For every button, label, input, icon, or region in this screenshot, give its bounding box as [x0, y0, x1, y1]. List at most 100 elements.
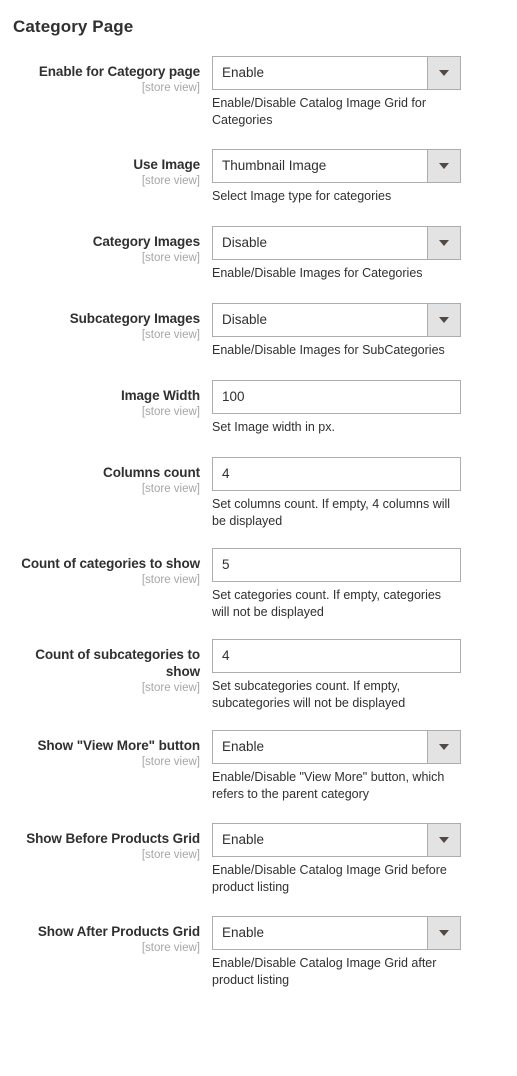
field-row-image-width: Image Width [store view] 100 Set Image widt… — [0, 380, 517, 436]
scope-label: [store view] — [141, 942, 200, 954]
label-text: Count of categories to show — [21, 556, 200, 571]
scope-label: [store view] — [141, 406, 200, 418]
field-comment-use-image: Select Image type for categories — [212, 189, 392, 203]
field-control-show-view-more-button: Enable Enable/Disable "View More" button,… — [212, 730, 461, 803]
label-text: Count of subcategories to show — [35, 647, 200, 679]
input-image-width[interactable]: 100 — [212, 380, 461, 414]
select-show-view-more-button[interactable]: Enable — [212, 730, 461, 764]
row-spacer — [0, 896, 517, 916]
page-title: Category Page — [13, 17, 134, 36]
select-show-before-products-grid[interactable]: Enable — [212, 823, 461, 857]
field-control-count-of-categories-to-show: 5 Set categories count. If empty, categor… — [212, 548, 461, 621]
field-comment-image-width: Set Image width in px. — [212, 420, 335, 434]
select-enable-for-category-page[interactable]: Enable — [212, 56, 461, 90]
chevron-down-glyph — [439, 70, 449, 76]
field-row-enable-for-category-page: Enable for Category page [store view] Enab… — [0, 56, 517, 129]
label-text: Show Before Products Grid — [26, 831, 200, 846]
chevron-down-icon[interactable] — [427, 56, 461, 90]
field-row-show-after-products-grid: Show After Products Grid [store view] Enab… — [0, 916, 517, 989]
label-text: Enable for Category page — [38, 64, 200, 79]
field-label-category-images: Category Images [store view] — [0, 226, 212, 266]
select-value-use-image[interactable]: Thumbnail Image — [212, 149, 461, 183]
scope-label: [store view] — [141, 574, 200, 586]
input-count-of-categories-to-show[interactable]: 5 — [212, 548, 461, 582]
select-subcategory-images[interactable]: Disable — [212, 303, 461, 337]
row-spacer — [0, 129, 517, 149]
field-label-image-width: Image Width [store view] — [0, 380, 212, 420]
label-text: Image Width — [120, 388, 200, 403]
chevron-down-icon[interactable] — [427, 226, 461, 260]
field-row-use-image: Use Image [store view] Thumbnail Image Sele… — [0, 149, 517, 205]
field-row-subcategory-images: Subcategory Images [store view] Disable Ena… — [0, 303, 517, 359]
field-label-use-image: Use Image [store view] — [0, 149, 212, 189]
chevron-down-icon[interactable] — [427, 916, 461, 950]
select-use-image[interactable]: Thumbnail Image — [212, 149, 461, 183]
field-row-count-of-subcategories-to-show: Count of subcategories to show [store vie… — [0, 639, 517, 712]
scope-label: [store view] — [141, 175, 200, 187]
label-text: Show "View More" button — [37, 738, 200, 753]
select-value-subcategory-images[interactable]: Disable — [212, 303, 461, 337]
field-label-count-of-categories-to-show: Count of categories to show [store view] — [0, 548, 212, 588]
chevron-down-glyph — [439, 240, 449, 246]
row-spacer — [0, 712, 517, 730]
field-label-subcategory-images: Subcategory Images [store view] — [0, 303, 212, 343]
select-value-show-after-products-grid[interactable]: Enable — [212, 916, 461, 950]
chevron-down-glyph — [439, 744, 449, 750]
field-comment-count-of-categories-to-show: Set categories count. If empty, categori… — [212, 588, 442, 619]
select-show-after-products-grid[interactable]: Enable — [212, 916, 461, 950]
select-value-show-before-products-grid[interactable]: Enable — [212, 823, 461, 857]
field-comment-enable-for-category-page: Enable/Disable Catalog Image Grid for Ca… — [212, 96, 427, 127]
row-spacer — [0, 359, 517, 380]
field-control-show-after-products-grid: Enable Enable/Disable Catalog Image Grid … — [212, 916, 461, 989]
field-control-subcategory-images: Disable Enable/Disable Images for SubCate… — [212, 303, 461, 359]
chevron-down-icon[interactable] — [427, 823, 461, 857]
chevron-down-glyph — [439, 317, 449, 323]
chevron-down-glyph — [439, 163, 449, 169]
field-label-show-after-products-grid: Show After Products Grid [store view] — [0, 916, 212, 956]
select-value-category-images[interactable]: Disable — [212, 226, 461, 260]
field-comment-count-of-subcategories-to-show: Set subcategories count. If empty, subca… — [212, 679, 406, 710]
label-text: Category Images — [92, 234, 200, 249]
row-spacer — [0, 205, 517, 226]
chevron-down-icon[interactable] — [427, 303, 461, 337]
scope-label: [store view] — [141, 329, 200, 341]
field-label-columns-count: Columns count [store view] — [0, 457, 212, 497]
field-comment-columns-count: Set columns count. If empty, 4 columns w… — [212, 497, 451, 528]
field-comment-show-before-products-grid: Enable/Disable Catalog Image Grid before… — [212, 863, 447, 894]
label-text: Subcategory Images — [69, 311, 200, 326]
settings-fieldset: Enable for Category page [store view] Enab… — [0, 56, 517, 989]
scope-label: [store view] — [141, 252, 200, 264]
category-page-settings-panel: Category Page Enable for Category page [s… — [0, 0, 517, 1076]
field-control-category-images: Disable Enable/Disable Images for Categor… — [212, 226, 461, 282]
scope-label: [store view] — [141, 483, 200, 495]
field-control-image-width: 100 Set Image width in px. — [212, 380, 461, 436]
field-comment-show-after-products-grid: Enable/Disable Catalog Image Grid after … — [212, 956, 437, 987]
field-row-show-before-products-grid: Show Before Products Grid [store view] Ena… — [0, 823, 517, 896]
select-category-images[interactable]: Disable — [212, 226, 461, 260]
row-spacer — [0, 530, 517, 548]
field-control-enable-for-category-page: Enable Enable/Disable Catalog Image Grid … — [212, 56, 461, 129]
scope-label: [store view] — [141, 756, 200, 768]
scope-label: [store view] — [141, 682, 200, 694]
row-spacer — [0, 621, 517, 639]
field-comment-show-view-more-button: Enable/Disable "View More" button, which… — [212, 770, 445, 801]
field-row-category-images: Category Images [store view] Disable Enable… — [0, 226, 517, 282]
chevron-down-icon[interactable] — [427, 149, 461, 183]
input-count-of-subcategories-to-show[interactable]: 4 — [212, 639, 461, 673]
field-label-show-before-products-grid: Show Before Products Grid [store view] — [0, 823, 212, 863]
input-columns-count[interactable]: 4 — [212, 457, 461, 491]
field-control-count-of-subcategories-to-show: 4 Set subcategories count. If empty, subc… — [212, 639, 461, 712]
field-label-show-view-more-button: Show "View More" button [store view] — [0, 730, 212, 770]
select-value-show-view-more-button[interactable]: Enable — [212, 730, 461, 764]
field-comment-category-images: Enable/Disable Images for Categories — [212, 266, 423, 280]
field-control-columns-count: 4 Set columns count. If empty, 4 columns … — [212, 457, 461, 530]
chevron-down-glyph — [439, 930, 449, 936]
field-label-count-of-subcategories-to-show: Count of subcategories to show [store vie… — [0, 639, 212, 696]
select-value-enable-for-category-page[interactable]: Enable — [212, 56, 461, 90]
row-spacer — [0, 436, 517, 457]
field-control-use-image: Thumbnail Image Select Image type for cat… — [212, 149, 461, 205]
row-spacer — [0, 803, 517, 823]
field-row-show-view-more-button: Show "View More" button [store view] Enabl… — [0, 730, 517, 803]
label-text: Show After Products Grid — [37, 924, 200, 939]
chevron-down-icon[interactable] — [427, 730, 461, 764]
